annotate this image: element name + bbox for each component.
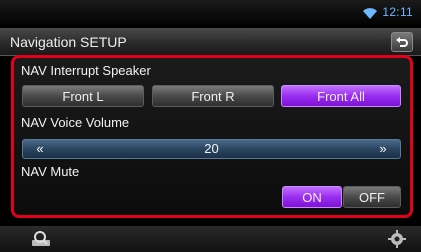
- mute-label: NAV Mute: [21, 164, 80, 179]
- wifi-icon: [363, 8, 377, 19]
- mute-on-button[interactable]: ON: [282, 186, 342, 208]
- interrupt-speaker-label: NAV Interrupt Speaker: [21, 63, 151, 78]
- settings-panel: NAV Interrupt Speaker Front L Front R Fr…: [11, 55, 413, 218]
- footer-bar: [0, 226, 421, 252]
- search-icon[interactable]: [30, 230, 52, 248]
- front-l-button[interactable]: Front L: [22, 85, 144, 107]
- header: Navigation SETUP: [0, 28, 421, 56]
- voice-volume-value: 20: [204, 141, 219, 156]
- front-all-button[interactable]: Front All: [281, 85, 401, 107]
- status-bar: 12:11: [0, 0, 421, 28]
- back-button[interactable]: [391, 32, 413, 52]
- front-r-button[interactable]: Front R: [152, 85, 274, 107]
- voice-volume-label: NAV Voice Volume: [21, 115, 130, 130]
- volume-increase-button[interactable]: »: [368, 140, 398, 158]
- voice-volume-control: 20 « »: [22, 139, 401, 159]
- clock: 12:11: [382, 5, 413, 19]
- back-arrow-icon: [396, 37, 408, 47]
- gear-icon[interactable]: [388, 230, 406, 248]
- page-title: Navigation SETUP: [10, 34, 127, 50]
- mute-off-button[interactable]: OFF: [343, 186, 401, 208]
- volume-decrease-button[interactable]: «: [25, 140, 55, 158]
